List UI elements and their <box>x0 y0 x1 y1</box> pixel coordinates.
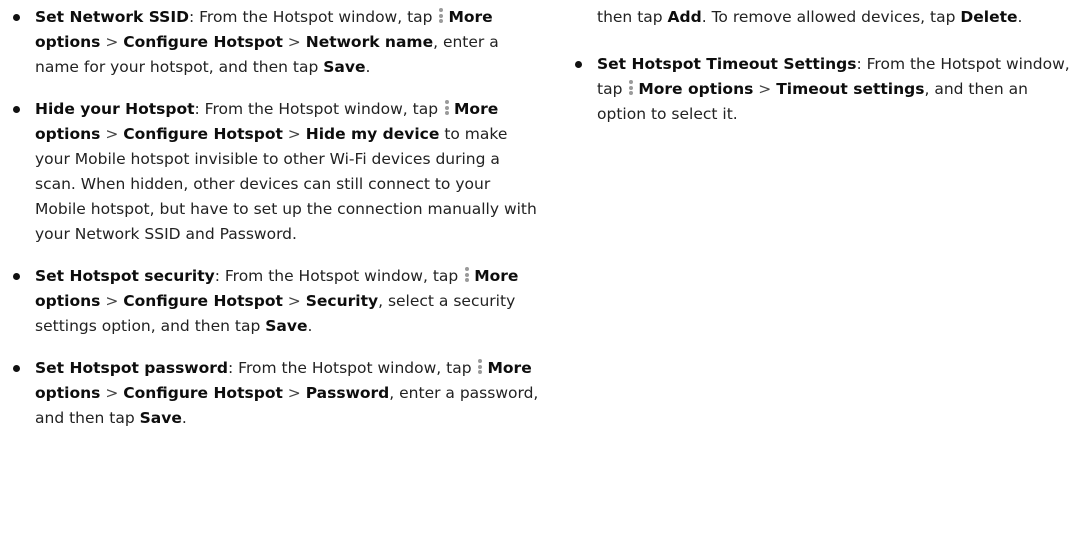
delete-label: Delete <box>960 8 1018 26</box>
bullet-icon <box>13 273 20 280</box>
list-item-hotspot-security: Set Hotspot security: From the Hotspot w… <box>12 264 542 339</box>
list-item-continued: then tap Add. To remove allowed devices,… <box>597 8 1023 26</box>
list-item-network-ssid: Set Network SSID: From the Hotspot windo… <box>12 5 542 80</box>
list-item-hide-hotspot: Hide your Hotspot: From the Hotspot wind… <box>12 97 542 247</box>
add-label: Add <box>667 8 702 26</box>
item-title: Set Network SSID <box>35 8 189 26</box>
bullet-icon <box>13 365 20 372</box>
left-column: Set Network SSID: From the Hotspot windo… <box>12 5 542 448</box>
bullet-icon <box>13 14 20 21</box>
list-item-timeout-settings: Set Hotspot Timeout Settings: From the H… <box>574 52 1074 127</box>
item-title: Hide your Hotspot <box>35 100 195 118</box>
more-options-icon <box>463 267 471 283</box>
more-options-icon <box>627 80 635 96</box>
item-title: Set Hotspot security <box>35 267 215 285</box>
item-title: Set Hotspot password <box>35 359 229 377</box>
more-options-icon <box>443 100 451 116</box>
more-options-icon <box>437 8 445 24</box>
bullet-icon <box>575 61 582 68</box>
right-column: then tap Add. To remove allowed devices,… <box>574 5 1074 144</box>
item-title: Set Hotspot Timeout Settings <box>597 55 857 73</box>
bullet-icon <box>13 106 20 113</box>
list-item-hotspot-password: Set Hotspot password: From the Hotspot w… <box>12 356 542 431</box>
more-options-icon <box>476 359 484 375</box>
